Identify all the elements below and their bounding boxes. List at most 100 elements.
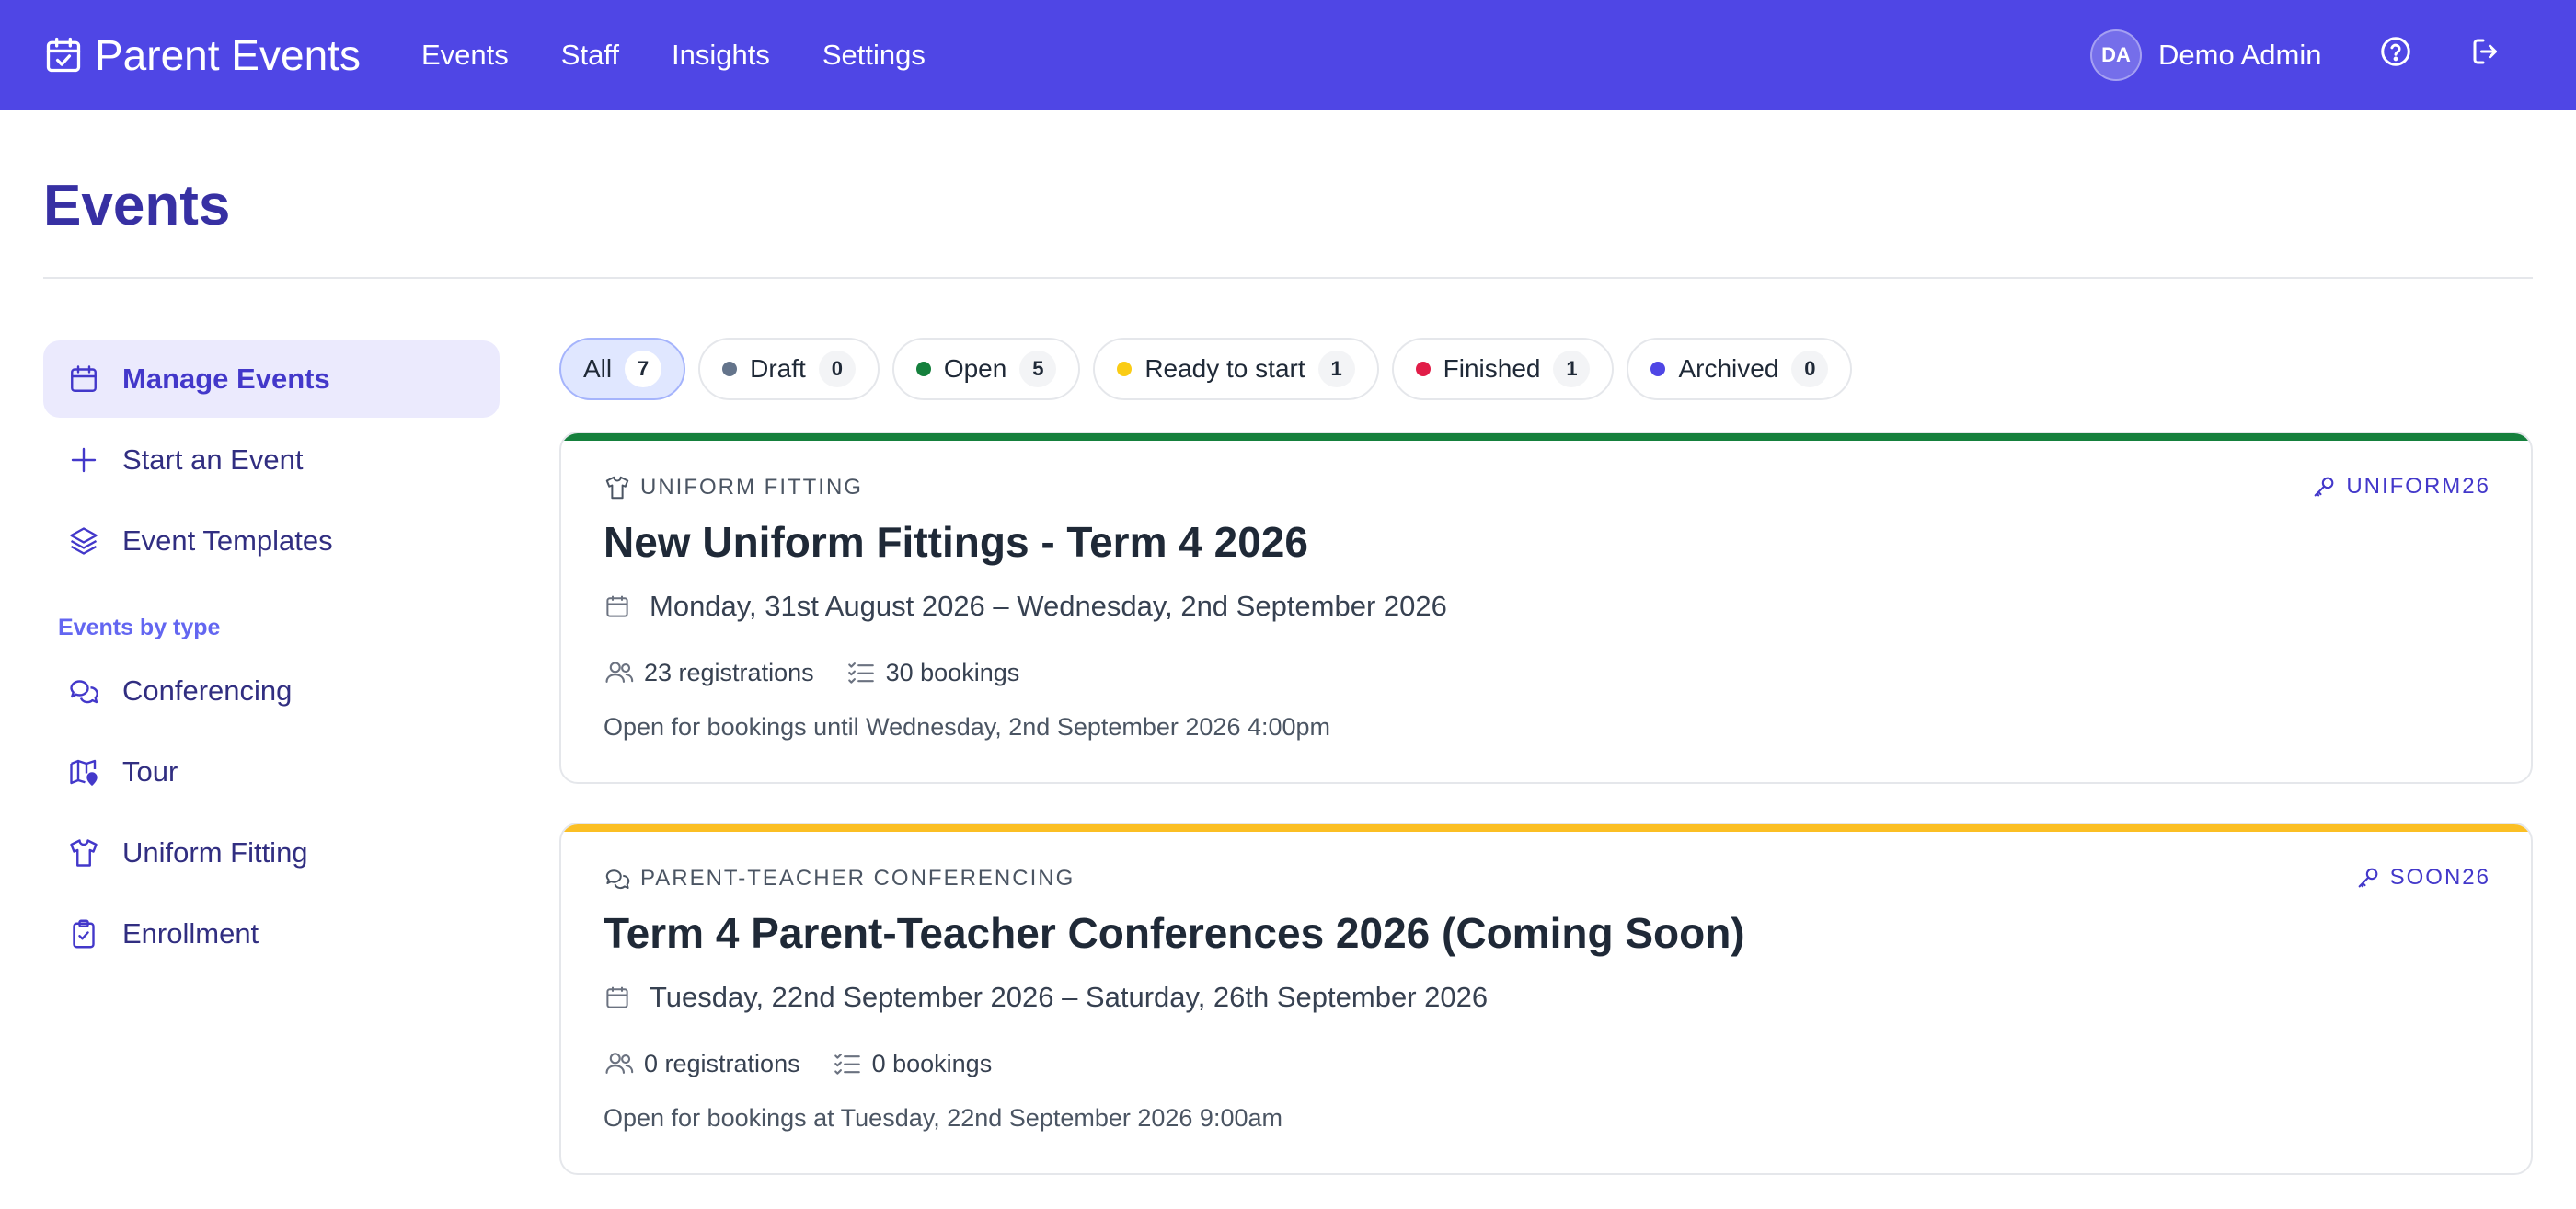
layers-icon	[70, 527, 98, 555]
calendar-icon	[606, 986, 628, 1008]
filter-count: 5	[1019, 351, 1057, 387]
status-dot	[1117, 362, 1133, 376]
sidebar-item-start-event[interactable]: Start an Event	[43, 421, 500, 499]
nav-events[interactable]: Events	[421, 35, 509, 75]
nav-settings[interactable]: Settings	[822, 35, 926, 75]
filter-finished[interactable]: Finished 1	[1391, 338, 1615, 400]
event-type-label: PARENT-TEACHER CONFERENCING	[640, 866, 1075, 891]
sidebar-item-manage-events[interactable]: Manage Events	[43, 340, 500, 418]
filter-count: 0	[818, 351, 856, 387]
filter-label: Archived	[1678, 354, 1779, 383]
bookings-stat: 0 bookings	[832, 1048, 993, 1079]
main-nav: Events Staff Insights Settings	[421, 35, 978, 75]
bookings-count: 30 bookings	[885, 658, 1020, 686]
sidebar-item-label: Event Templates	[122, 524, 333, 557]
filter-all[interactable]: All 7	[559, 338, 686, 400]
event-dates-text: Monday, 31st August 2026 – Wednesday, 2n…	[650, 590, 1447, 622]
booking-window: Open for bookings until Wednesday, 2nd S…	[604, 713, 1331, 741]
calendar-icon	[71, 365, 97, 392]
checklist-icon	[847, 662, 874, 684]
nav-staff[interactable]: Staff	[561, 35, 619, 75]
key-icon	[2358, 868, 2378, 888]
status-dot	[1415, 362, 1431, 376]
calendar-icon	[606, 595, 628, 617]
users-icon	[605, 662, 634, 683]
filter-count: 1	[1317, 351, 1355, 387]
event-type: UNIFORM FITTING	[604, 474, 863, 501]
user-name: Demo Admin	[2158, 39, 2322, 71]
event-stats: 23 registrations 30 bookings	[604, 657, 1051, 688]
booking-window: Open for bookings at Tuesday, 22nd Septe…	[604, 1104, 1282, 1132]
shirt-icon	[70, 839, 98, 867]
sidebar-item-tour[interactable]: Tour	[43, 733, 500, 811]
shirt-icon	[605, 476, 629, 500]
sidebar-item-label: Conferencing	[122, 674, 293, 707]
avatar: DA	[2090, 29, 2142, 81]
event-type: PARENT-TEACHER CONFERENCING	[604, 865, 1075, 892]
filter-count: 7	[625, 351, 662, 387]
logout-icon[interactable]	[2469, 35, 2502, 68]
nav-insights[interactable]: Insights	[672, 35, 770, 75]
sidebar-item-enrollment[interactable]: Enrollment	[43, 895, 500, 973]
sidebar-item-label: Uniform Fitting	[122, 836, 308, 869]
registrations-count: 23 registrations	[644, 658, 814, 686]
sidebar: Manage Events Start an Event Event Templ…	[43, 340, 500, 976]
event-card[interactable]: UNIFORM FITTING UNIFORM26 New Uniform Fi…	[559, 432, 2533, 784]
registrations-count: 0 registrations	[644, 1049, 800, 1077]
event-title: New Uniform Fittings - Term 4 2026	[604, 518, 1308, 566]
sidebar-item-event-templates[interactable]: Event Templates	[43, 502, 500, 580]
filter-count: 0	[1791, 351, 1829, 387]
status-filters: All 7 Draft 0 Open 5 Ready to start 1 Fi…	[559, 338, 1865, 400]
event-code[interactable]: SOON26	[2355, 865, 2490, 891]
event-dates: Tuesday, 22nd September 2026 – Saturday,…	[604, 981, 1488, 1014]
sidebar-item-label: Tour	[122, 755, 178, 788]
sidebar-section-title: Events by type	[58, 615, 221, 640]
filter-label: All	[583, 354, 613, 383]
plus-icon	[71, 447, 97, 473]
clipboard-check-icon	[73, 919, 95, 949]
event-title: Term 4 Parent-Teacher Conferences 2026 (…	[604, 909, 1745, 957]
bookings-stat: 30 bookings	[845, 657, 1020, 688]
filter-ready-to-start[interactable]: Ready to start 1	[1093, 338, 1379, 400]
status-dot	[722, 362, 738, 376]
event-type-label: UNIFORM FITTING	[640, 475, 863, 500]
event-stats: 0 registrations 0 bookings	[604, 1048, 1023, 1079]
filter-label: Draft	[750, 354, 806, 383]
users-icon	[605, 1053, 634, 1074]
key-icon	[2314, 477, 2334, 497]
map-pin-icon	[70, 759, 98, 786]
event-code-label: SOON26	[2389, 865, 2490, 890]
user-menu[interactable]: DA Demo Admin	[2090, 29, 2321, 81]
event-dates-text: Tuesday, 22nd September 2026 – Saturday,…	[650, 981, 1489, 1013]
filter-archived[interactable]: Archived 0	[1627, 338, 1853, 400]
help-circle-icon[interactable]	[2379, 35, 2412, 68]
status-dot	[915, 362, 931, 376]
filter-label: Ready to start	[1144, 354, 1305, 383]
event-card[interactable]: PARENT-TEACHER CONFERENCING SOON26 Term …	[559, 823, 2533, 1175]
filter-label: Finished	[1443, 354, 1541, 383]
sidebar-item-label: Start an Event	[122, 443, 304, 476]
page-title: Events	[43, 174, 231, 237]
registrations-stat: 23 registrations	[604, 657, 814, 688]
app-title: Parent Events	[95, 31, 361, 79]
sidebar-item-label: Enrollment	[122, 917, 259, 950]
sidebar-item-uniform-fitting[interactable]: Uniform Fitting	[43, 814, 500, 892]
event-code[interactable]: UNIFORM26	[2311, 474, 2490, 500]
bookings-count: 0 bookings	[871, 1049, 993, 1077]
status-dot	[1650, 362, 1666, 376]
status-accent-bar	[561, 824, 2531, 832]
event-dates: Monday, 31st August 2026 – Wednesday, 2n…	[604, 590, 1447, 623]
sidebar-item-label: Manage Events	[122, 363, 330, 395]
brand[interactable]: Parent Events	[43, 31, 361, 79]
checklist-icon	[834, 1054, 860, 1075]
sidebar-item-conferencing[interactable]: Conferencing	[43, 652, 500, 730]
divider	[43, 277, 2533, 279]
event-code-label: UNIFORM26	[2346, 474, 2490, 499]
filter-count: 1	[1553, 351, 1591, 387]
calendar-check-icon	[46, 37, 81, 73]
status-accent-bar	[561, 433, 2531, 441]
top-navigation-bar: Parent Events Events Staff Insights Sett…	[0, 0, 2576, 110]
filter-open[interactable]: Open 5	[891, 338, 1081, 400]
filter-draft[interactable]: Draft 0	[698, 338, 880, 400]
chat-bubbles-icon	[605, 869, 630, 890]
